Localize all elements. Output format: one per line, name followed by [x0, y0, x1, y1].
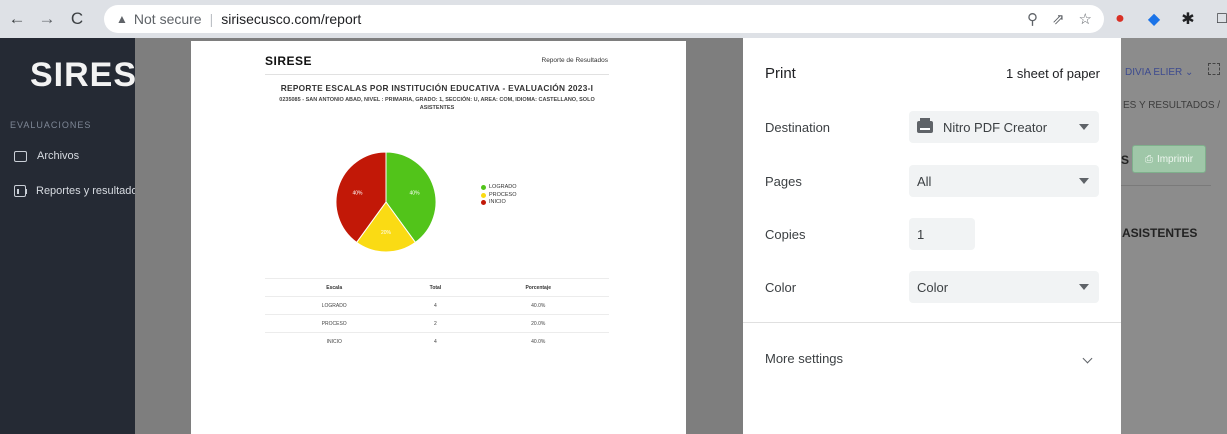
folder-icon: [14, 150, 27, 162]
results-table: Escala Total Porcentaje LOGRADO 4 40.0% …: [265, 278, 609, 351]
legend-dot: [481, 185, 486, 191]
dropdown-caret-icon: [1079, 124, 1089, 130]
legend-item-logrado: LOGRADO: [481, 184, 517, 192]
forward-icon[interactable]: →: [34, 6, 60, 32]
zoom-icon[interactable]: ⚲: [1027, 10, 1038, 28]
table-cell: 40.0%: [467, 296, 609, 315]
pie-chart: 40% 20% 40%: [335, 151, 437, 253]
extension-blue-icon[interactable]: ◆: [1144, 9, 1164, 29]
column-header: Escala: [265, 278, 404, 297]
report-header-right: Reporte de Resultados: [541, 57, 609, 64]
report-logo: SIRESE: [265, 54, 313, 68]
legend-label: INICIO: [489, 199, 506, 205]
header-divider: [265, 74, 609, 75]
table-row: LOGRADO 4 40.0%: [265, 296, 609, 315]
pages-label: Pages: [765, 174, 802, 189]
dropdown-caret-icon: [1079, 284, 1089, 290]
bookmark-star-icon[interactable]: ☆: [1079, 10, 1092, 28]
legend-label: LOGRADO: [489, 184, 517, 190]
table-cell: PROCESO: [265, 314, 404, 333]
pages-select[interactable]: All: [909, 165, 1099, 197]
breadcrumb: ES Y RESULTADOS /: [1123, 100, 1221, 111]
separator: |: [209, 11, 214, 27]
table-cell: INICIO: [265, 332, 404, 351]
pie-data-label: 40%: [352, 191, 363, 197]
legend-dot: [481, 192, 486, 198]
share-icon[interactable]: ⇗: [1052, 10, 1065, 28]
color-select[interactable]: Color: [909, 271, 1099, 303]
pie-data-label: 20%: [381, 230, 392, 236]
sidebar-item-label: Archivos: [37, 150, 80, 162]
destination-select[interactable]: Nitro PDF Creator: [909, 111, 1099, 143]
table-cell: LOGRADO: [265, 296, 404, 315]
security-label: Not secure: [133, 11, 202, 27]
chart-icon: [14, 185, 27, 197]
more-settings-toggle[interactable]: More settings: [765, 351, 843, 366]
legend-item-proceso: PROCESO: [481, 192, 517, 200]
sheet-count: 1 sheet of paper: [1006, 66, 1100, 81]
column-header: Total: [403, 278, 468, 297]
partial-heading: S: [1121, 153, 1130, 167]
print-preview-sheet: SIRESE Reporte de Resultados REPORTE ESC…: [191, 41, 686, 434]
extension-red-icon[interactable]: ●: [1110, 9, 1130, 29]
table-cell: 40.0%: [467, 332, 609, 351]
reload-icon[interactable]: C: [64, 6, 90, 32]
asistentes-heading: ASISTENTES: [1122, 226, 1198, 240]
browser-toolbar: ← → C ▲ Not secure | sirisecusco.com/rep…: [0, 0, 1227, 38]
dropdown-caret-icon: [1079, 178, 1089, 184]
sidebar: SIRES EVALUACIONES Archivos Reportes y r…: [0, 38, 135, 434]
extensions-puzzle-icon[interactable]: ✱: [1178, 9, 1198, 29]
pie-data-label: 40%: [410, 191, 421, 197]
chart-legend: LOGRADO PROCESO INICIO: [481, 184, 517, 207]
legend-label: PROCESO: [489, 191, 517, 198]
copies-label: Copies: [765, 227, 806, 242]
omnibox-actions: ⚲ ⇗ ☆: [1027, 10, 1092, 28]
address-bar[interactable]: ▲ Not secure | sirisecusco.com/report ⚲ …: [104, 5, 1104, 33]
table-row: PROCESO 2 20.0%: [265, 314, 609, 333]
color-value: Color: [917, 279, 949, 295]
imprimir-label: Imprimir: [1156, 153, 1194, 165]
table-row: INICIO 4 40.0%: [265, 332, 609, 351]
warning-icon: ▲: [116, 12, 128, 26]
destination-label: Destination: [765, 120, 831, 135]
side-panel-icon[interactable]: □: [1212, 9, 1227, 29]
report-title: REPORTE ESCALAS POR INSTITUCIÓN EDUCATIV…: [280, 83, 594, 93]
fullscreen-icon[interactable]: [1208, 63, 1220, 75]
destination-value: Nitro PDF Creator: [943, 119, 1048, 135]
imprimir-button[interactable]: ⎙ Imprimir: [1132, 145, 1206, 173]
user-menu[interactable]: DIVIA ELIER ⌄: [1125, 67, 1193, 78]
column-header: Porcentaje: [467, 278, 609, 297]
printer-icon: [917, 118, 933, 133]
print-icon: ⎙: [1144, 153, 1153, 165]
table-header-row: Escala Total Porcentaje: [265, 278, 609, 297]
report-subtitle: 0235085 - SAN ANTONIO ABAD, NIVEL : PRIM…: [279, 97, 595, 111]
copies-input[interactable]: 1: [909, 218, 975, 250]
url-text: sirisecusco.com/report: [221, 11, 362, 27]
back-icon[interactable]: ←: [4, 6, 30, 32]
table-cell: 20.0%: [467, 314, 609, 333]
print-title: Print: [765, 65, 796, 82]
pages-value: All: [917, 173, 932, 189]
chevron-down-icon[interactable]: [1082, 353, 1093, 364]
sidebar-item-archivos[interactable]: Archivos: [14, 150, 79, 162]
sidebar-item-reportes[interactable]: Reportes y resultados: [14, 185, 135, 197]
print-dialog: Print 1 sheet of paper Destination Nitro…: [743, 38, 1121, 434]
table-cell: 4: [403, 332, 468, 351]
brand-logo: SIRES: [30, 56, 135, 94]
extension-area: ● ◆ ✱ □ M: [1110, 8, 1227, 30]
panel-divider: [743, 322, 1121, 323]
table-cell: 4: [403, 296, 468, 315]
color-label: Color: [765, 280, 797, 295]
legend-item-inicio: INICIO: [481, 199, 517, 207]
sidebar-section-title: EVALUACIONES: [10, 120, 92, 130]
table-cell: 2: [403, 314, 468, 333]
legend-dot: [481, 200, 486, 206]
divider: [1121, 185, 1211, 186]
sidebar-item-label: Reportes y resultados: [36, 185, 135, 197]
